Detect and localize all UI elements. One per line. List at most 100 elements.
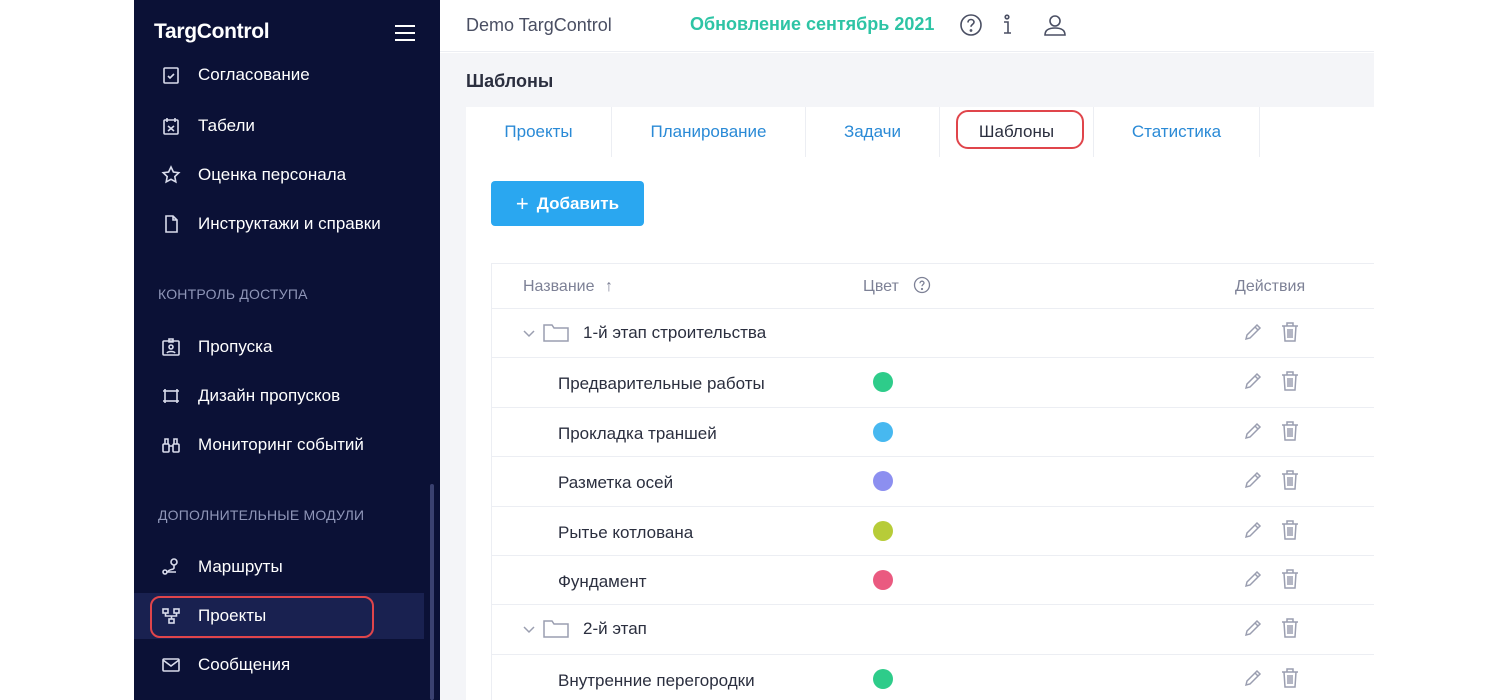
edit-icon[interactable] — [1242, 469, 1264, 491]
delete-icon[interactable] — [1280, 370, 1300, 392]
add-button-label: Добавить — [536, 193, 620, 213]
group-name: 2-й этап — [583, 619, 647, 639]
main-content: Шаблоны Проекты Планирование Задачи Шабл… — [440, 53, 1374, 700]
user-icon[interactable] — [1042, 12, 1068, 38]
column-name-label: Название — [523, 278, 595, 295]
table-row-group[interactable]: 2-й этап — [492, 605, 1374, 655]
delete-icon[interactable] — [1280, 420, 1300, 442]
tab-bar: Проекты Планирование Задачи Шаблоны Стат… — [466, 107, 1374, 157]
help-icon[interactable] — [958, 12, 984, 38]
sidebar-item-passes[interactable]: Пропуска — [134, 324, 424, 370]
mail-icon — [160, 654, 182, 676]
edit-icon[interactable] — [1242, 420, 1264, 442]
folder-icon — [543, 322, 569, 342]
chevron-down-icon[interactable] — [522, 325, 536, 339]
delete-icon[interactable] — [1280, 568, 1300, 590]
color-swatch — [873, 372, 893, 393]
column-actions-header: Действия — [1235, 278, 1306, 295]
sidebar-scrollbar[interactable] — [430, 484, 434, 700]
edit-icon[interactable] — [1242, 370, 1264, 392]
document-icon — [160, 213, 182, 235]
sidebar-item-label: Табели — [198, 116, 255, 135]
star-icon — [160, 164, 182, 186]
delete-icon[interactable] — [1280, 321, 1300, 343]
column-color-header: Цвет — [863, 278, 899, 295]
table-row[interactable]: Фундамент — [492, 556, 1374, 606]
timesheet-icon — [160, 115, 182, 137]
delete-icon[interactable] — [1280, 617, 1300, 639]
tab-templates[interactable]: Шаблоны — [940, 107, 1094, 157]
edit-icon[interactable] — [1242, 519, 1264, 541]
sidebar-item-label: Сообщения — [198, 655, 291, 674]
section-title-access: КОНТРОЛЬ ДОСТУПА — [158, 286, 308, 302]
sidebar-item-projects[interactable]: Проекты — [134, 593, 424, 639]
template-name: Предварительные работы — [558, 374, 765, 394]
templates-panel: + Добавить Название ↑ Цвет Действия 1-й … — [466, 157, 1374, 700]
sidebar-item-routes[interactable]: Маршруты — [134, 544, 424, 590]
tab-statistics[interactable]: Статистика — [1094, 107, 1260, 157]
column-name-header[interactable]: Название ↑ — [523, 278, 613, 296]
sidebar-item-event-monitoring[interactable]: Мониторинг событий — [134, 422, 424, 468]
color-swatch — [873, 520, 893, 541]
edit-icon[interactable] — [1242, 568, 1264, 590]
sidebar-item-messages[interactable]: Сообщения — [134, 642, 424, 688]
plus-icon: + — [515, 190, 529, 216]
badge-icon — [160, 336, 182, 358]
table-row[interactable]: Разметка осей — [492, 457, 1374, 507]
sidebar-item-timesheets[interactable]: Табели — [134, 103, 424, 149]
edit-icon[interactable] — [1242, 321, 1264, 343]
route-icon — [160, 556, 182, 578]
topbar: Demo TargControl Обновление сентябрь 202… — [440, 0, 1374, 52]
app-name: Demo TargControl — [466, 15, 612, 35]
template-name: Прокладка траншей — [558, 423, 717, 443]
table-row[interactable]: Прокладка траншей — [492, 408, 1374, 458]
table-row[interactable]: Предварительные работы — [492, 358, 1374, 408]
tab-planning[interactable]: Планирование — [612, 107, 806, 157]
sidebar-item-label: Мониторинг событий — [198, 435, 364, 454]
delete-icon[interactable] — [1280, 519, 1300, 541]
add-button[interactable]: + Добавить — [491, 181, 644, 226]
menu-toggle-icon[interactable] — [395, 25, 415, 41]
sidebar-item-label: Дизайн пропусков — [198, 386, 341, 405]
binoculars-icon — [160, 434, 182, 456]
color-swatch — [873, 421, 893, 442]
app-window: TargControl Согласование Табели Оценка п… — [134, 0, 1374, 700]
edit-icon[interactable] — [1242, 617, 1264, 639]
checklist-icon — [160, 64, 182, 86]
info-icon[interactable] — [994, 12, 1020, 38]
template-name: Фундамент — [558, 571, 647, 591]
table-row[interactable]: Внутренние перегородки — [492, 655, 1374, 700]
sidebar: TargControl Согласование Табели Оценка п… — [134, 0, 440, 700]
color-swatch — [873, 569, 893, 590]
update-link[interactable]: Обновление сентябрь 2021 — [690, 14, 934, 35]
sidebar-menu[interactable]: Согласование Табели Оценка персонала Инс… — [134, 62, 440, 700]
edit-icon[interactable] — [1242, 667, 1264, 689]
table-row[interactable]: Рытье котлована — [492, 507, 1374, 556]
delete-icon[interactable] — [1280, 667, 1300, 689]
projects-icon — [160, 605, 182, 627]
template-name: Разметка осей — [558, 473, 674, 493]
delete-icon[interactable] — [1280, 469, 1300, 491]
sidebar-item-assessment[interactable]: Оценка персонала — [134, 152, 424, 198]
sidebar-item-label: Инструктажи и справки — [198, 214, 381, 233]
page-title: Шаблоны — [466, 71, 554, 91]
tab-projects[interactable]: Проекты — [466, 107, 612, 157]
design-icon — [160, 385, 182, 407]
sidebar-item-pass-design[interactable]: Дизайн пропусков — [134, 373, 424, 419]
help-icon[interactable] — [913, 276, 931, 294]
template-name: Рытье котлована — [558, 522, 694, 542]
sidebar-item-approval[interactable]: Согласование — [134, 62, 424, 98]
sidebar-item-instructions[interactable]: Инструктажи и справки — [134, 201, 424, 247]
color-swatch — [873, 471, 893, 492]
tab-tasks[interactable]: Задачи — [806, 107, 940, 157]
sidebar-item-label: Оценка персонала — [198, 165, 347, 184]
sort-arrow-icon: ↑ — [604, 278, 613, 295]
templates-table: Название ↑ Цвет Действия 1-й этап строит… — [491, 263, 1374, 700]
section-title-modules: ДОПОЛНИТЕЛЬНЫЕ МОДУЛИ — [158, 507, 365, 523]
sidebar-item-label: Проекты — [198, 606, 267, 625]
color-swatch — [873, 668, 893, 689]
chevron-down-icon[interactable] — [522, 621, 536, 635]
sidebar-item-label: Согласование — [198, 65, 310, 84]
table-row-group[interactable]: 1-й этап строительства — [492, 309, 1374, 359]
sidebar-item-label: Маршруты — [198, 557, 283, 576]
